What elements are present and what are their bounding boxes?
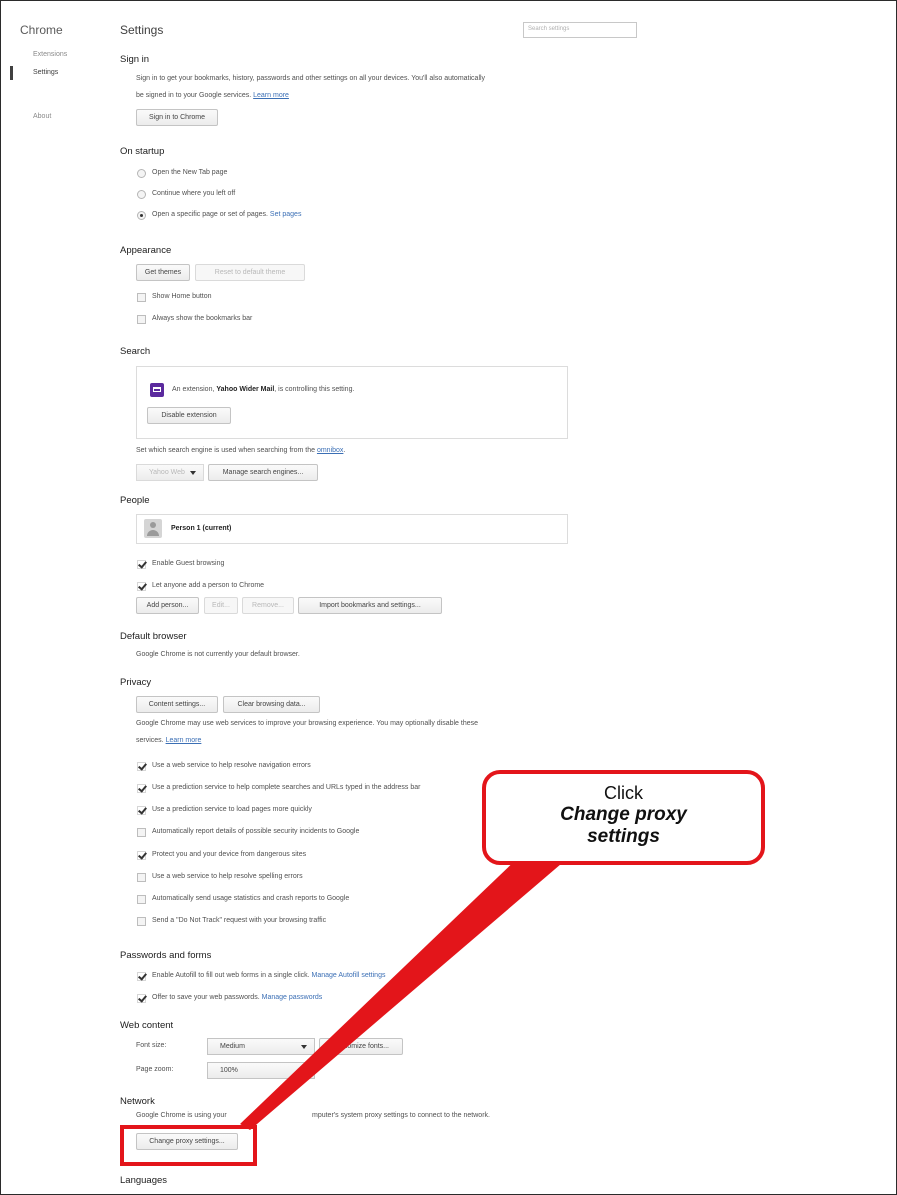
prediction-searches-checkbox[interactable]	[137, 784, 146, 793]
add-person-label: Let anyone add a person to Chrome	[152, 582, 265, 589]
prediction-searches-label: Use a prediction service to help complet…	[152, 784, 421, 791]
show-home-button-label: Show Home button	[152, 293, 212, 300]
bookmarks-bar-checkbox[interactable]	[137, 315, 146, 324]
sidebar-title: Chrome	[20, 23, 63, 37]
section-heading-privacy: Privacy	[120, 677, 152, 688]
chevron-down-icon	[301, 1045, 307, 1049]
do-not-track-label: Send a "Do Not Track" request with your …	[152, 917, 327, 924]
section-heading-passwords: Passwords and forms	[120, 950, 212, 961]
usage-statistics-label: Automatically send usage statistics and …	[152, 895, 350, 902]
sidebar-item-about[interactable]: About	[33, 113, 51, 120]
default-browser-status: Google Chrome is not currently your defa…	[136, 651, 300, 658]
callout-line-2: Change proxy	[560, 804, 687, 825]
person-current[interactable]: Person 1 (current)	[171, 525, 231, 532]
disable-extension-button[interactable]: Disable extension	[147, 407, 231, 424]
startup-radio-specific-pages[interactable]	[137, 211, 146, 220]
chevron-down-icon	[190, 471, 196, 475]
sign-in-learn-more-link[interactable]: Learn more	[253, 92, 289, 99]
reset-theme-button: Reset to default theme	[195, 264, 305, 281]
search-engine-select: Yahoo Web	[136, 464, 204, 481]
spelling-errors-checkbox[interactable]	[137, 873, 146, 882]
startup-radio-new-tab[interactable]	[137, 169, 146, 178]
page-zoom-label: Page zoom:	[136, 1066, 174, 1073]
yahoo-mail-extension-icon	[150, 383, 164, 397]
omnibox-link[interactable]: omnibox	[317, 447, 343, 454]
prediction-load-label: Use a prediction service to load pages m…	[152, 806, 312, 813]
section-heading-default-browser: Default browser	[120, 631, 187, 642]
clear-browsing-data-button[interactable]: Clear browsing data...	[223, 696, 320, 713]
network-description-right: mputer's system proxy settings to connec…	[312, 1112, 490, 1119]
instruction-callout: Click Change proxy settings	[482, 770, 765, 865]
sidebar-active-marker	[10, 66, 13, 80]
nav-errors-checkbox[interactable]	[137, 762, 146, 771]
section-heading-search: Search	[120, 346, 151, 357]
font-size-select[interactable]: Medium	[207, 1038, 315, 1055]
dangerous-sites-label: Protect you and your device from dangero…	[152, 851, 307, 858]
sidebar-item-settings[interactable]: Settings	[33, 69, 58, 76]
autofill-checkbox[interactable]	[137, 972, 146, 981]
extension-control-box	[136, 366, 568, 439]
section-heading-people: People	[120, 495, 150, 506]
set-pages-link[interactable]: Set pages	[270, 211, 302, 218]
section-heading-on-startup: On startup	[120, 146, 165, 157]
page-title: Settings	[120, 23, 164, 37]
remove-person-button: Remove...	[242, 597, 294, 614]
page-zoom-select[interactable]: 100%	[207, 1062, 315, 1079]
sign-in-description: Sign in to get your bookmarks, history, …	[136, 75, 486, 82]
security-incidents-label: Automatically report details of possible…	[152, 828, 360, 835]
startup-option-new-tab: Open the New Tab page	[152, 169, 228, 176]
privacy-description: Google Chrome may use web services to im…	[136, 720, 479, 727]
callout-line-1: Click	[604, 783, 643, 803]
section-heading-languages: Languages	[120, 1175, 168, 1186]
callout-line-3: settings	[587, 826, 660, 847]
guest-browsing-checkbox[interactable]	[137, 560, 146, 569]
sidebar-item-extensions[interactable]: Extensions	[33, 51, 67, 58]
sign-in-description-line2: be signed in to your Google services. Le…	[136, 92, 289, 99]
add-person-button[interactable]: Add person...	[136, 597, 199, 614]
change-proxy-highlight-box	[120, 1125, 257, 1166]
autofill-label: Enable Autofill to fill out web forms in…	[152, 972, 386, 979]
save-passwords-checkbox[interactable]	[137, 994, 146, 1003]
section-heading-web-content: Web content	[120, 1020, 174, 1031]
section-heading-network: Network	[120, 1096, 155, 1107]
section-heading-sign-in: Sign in	[120, 54, 150, 65]
save-passwords-label: Offer to save your web passwords. Manage…	[152, 994, 323, 1001]
security-incidents-checkbox[interactable]	[137, 828, 146, 837]
chevron-down-icon	[301, 1069, 307, 1073]
do-not-track-checkbox[interactable]	[137, 917, 146, 926]
network-description-left: Google Chrome is using your	[136, 1112, 227, 1119]
manage-passwords-link[interactable]: Manage passwords	[262, 994, 323, 1001]
bookmarks-bar-label: Always show the bookmarks bar	[152, 315, 253, 322]
privacy-description-line2: services. Learn more	[136, 737, 202, 744]
dangerous-sites-checkbox[interactable]	[137, 851, 146, 860]
extension-control-text: An extension, Yahoo Wider Mail, is contr…	[172, 386, 355, 393]
sign-in-button[interactable]: Sign in to Chrome	[136, 109, 218, 126]
customize-fonts-button[interactable]: Customize fonts...	[319, 1038, 403, 1055]
show-home-button-checkbox[interactable]	[137, 293, 146, 302]
font-size-label: Font size:	[136, 1042, 167, 1049]
manage-autofill-link[interactable]: Manage Autofill settings	[312, 972, 386, 979]
add-person-checkbox[interactable]	[137, 582, 146, 591]
get-themes-button[interactable]: Get themes	[136, 264, 190, 281]
startup-option-specific-pages: Open a specific page or set of pages. Se…	[152, 211, 302, 218]
spelling-errors-label: Use a web service to help resolve spelli…	[152, 873, 303, 880]
section-heading-appearance: Appearance	[120, 245, 172, 256]
usage-statistics-checkbox[interactable]	[137, 895, 146, 904]
privacy-learn-more-link[interactable]: Learn more	[166, 737, 202, 744]
manage-search-engines-button[interactable]: Manage search engines...	[208, 464, 318, 481]
startup-option-continue: Continue where you left off	[152, 190, 236, 197]
startup-radio-continue[interactable]	[137, 190, 146, 199]
search-input[interactable]: Search settings	[523, 22, 637, 38]
import-bookmarks-button[interactable]: Import bookmarks and settings...	[298, 597, 442, 614]
content-settings-button[interactable]: Content settings...	[136, 696, 218, 713]
avatar	[144, 519, 162, 538]
screenshot-frame	[0, 0, 897, 1195]
nav-errors-label: Use a web service to help resolve naviga…	[152, 762, 311, 769]
search-engine-description: Set which search engine is used when sea…	[136, 447, 346, 454]
edit-person-button: Edit...	[204, 597, 238, 614]
guest-browsing-label: Enable Guest browsing	[152, 560, 225, 567]
prediction-load-checkbox[interactable]	[137, 806, 146, 815]
